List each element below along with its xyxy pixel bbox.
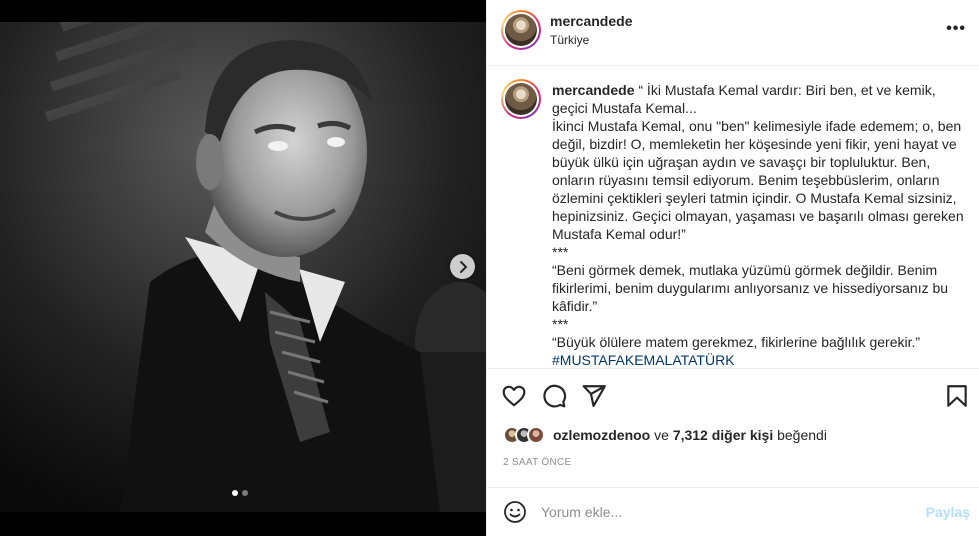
- speech-bubble-icon[interactable]: [541, 383, 567, 409]
- likes-count-link[interactable]: 7,312 diğer kişi: [673, 427, 773, 443]
- caption-text: mercandede “ İki Mustafa Kemal vardır: B…: [552, 81, 967, 367]
- bookmark-icon[interactable]: [944, 383, 970, 409]
- caption-body: “ İki Mustafa Kemal vardır: Biri ben, et…: [552, 82, 964, 350]
- likes-text: ozlemozdenoo ve 7,312 diğer kişi beğendi: [553, 427, 827, 443]
- author-avatar[interactable]: [501, 10, 541, 50]
- comment-bar: Paylaş: [487, 487, 979, 536]
- liker-avatar[interactable]: [527, 426, 545, 444]
- post-comment-button[interactable]: Paylaş: [926, 504, 970, 520]
- post-photo: [0, 22, 486, 512]
- comment-input[interactable]: [541, 500, 901, 524]
- heart-outline-icon[interactable]: [501, 383, 527, 409]
- chevron-right-icon: [459, 260, 467, 273]
- caption-section: mercandede “ İki Mustafa Kemal vardır: B…: [487, 67, 979, 367]
- more-options-button[interactable]: •••: [946, 20, 966, 38]
- paper-plane-icon[interactable]: [581, 383, 607, 409]
- caption-username[interactable]: mercandede: [552, 82, 634, 98]
- avatar-image: [505, 14, 537, 46]
- post-details-panel: mercandede Türkiye ••• mercandede “ İki …: [486, 0, 979, 536]
- carousel-indicator: [232, 490, 248, 496]
- carousel-dot-active: [232, 490, 238, 496]
- avatar-image: [505, 83, 537, 115]
- caption-hashtag[interactable]: #MUSTAFAKEMALATATÜRK: [552, 352, 735, 367]
- carousel-dot: [242, 490, 248, 496]
- likes-summary: ozlemozdenoo ve 7,312 diğer kişi beğendi: [503, 426, 827, 444]
- likes-connector: ve: [650, 427, 673, 443]
- caption-author-avatar[interactable]: [501, 79, 541, 119]
- smiley-icon[interactable]: [503, 500, 527, 524]
- author-username[interactable]: mercandede: [550, 13, 632, 29]
- post-location[interactable]: Türkiye: [550, 33, 589, 47]
- liker-username[interactable]: ozlemozdenoo: [553, 427, 650, 443]
- post-media: [0, 0, 486, 536]
- likes-suffix: beğendi: [773, 427, 827, 443]
- post-timestamp[interactable]: 2 SAAT ÖNCE: [503, 457, 572, 468]
- post-header: mercandede Türkiye •••: [487, 0, 979, 66]
- carousel-next-button[interactable]: [450, 254, 475, 279]
- post-actions: ozlemozdenoo ve 7,312 diğer kişi beğendi…: [487, 368, 979, 486]
